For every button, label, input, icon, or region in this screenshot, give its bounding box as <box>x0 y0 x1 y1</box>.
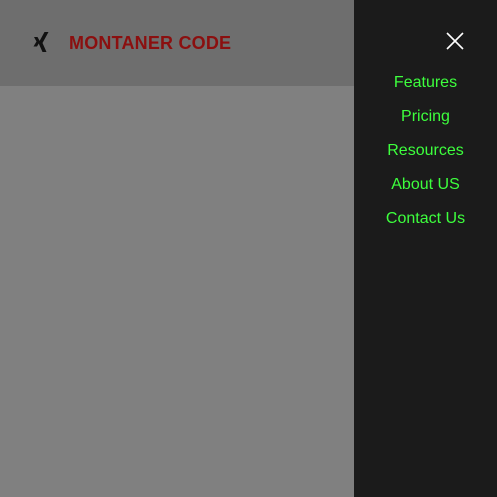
nav-link-pricing[interactable]: Pricing <box>401 107 450 127</box>
nav-item-pricing: Pricing <box>354 100 497 134</box>
nav-item-resources: Resources <box>354 134 497 168</box>
nav-item-contact: Contact Us <box>354 202 497 236</box>
nav-link-about[interactable]: About US <box>391 175 459 195</box>
drawer-nav: Features Pricing Resources About US Cont… <box>354 66 497 236</box>
page: MONTANER CODE Features Pricing Resources… <box>0 0 497 497</box>
nav-item-features: Features <box>354 66 497 100</box>
nav-link-resources[interactable]: Resources <box>387 141 463 161</box>
nav-item-about: About US <box>354 168 497 202</box>
nav-link-contact[interactable]: Contact Us <box>386 209 465 229</box>
close-icon[interactable] <box>443 29 467 53</box>
xing-logo-icon[interactable] <box>30 31 52 53</box>
brand-name[interactable]: MONTANER CODE <box>69 33 231 53</box>
nav-link-features[interactable]: Features <box>394 73 457 93</box>
